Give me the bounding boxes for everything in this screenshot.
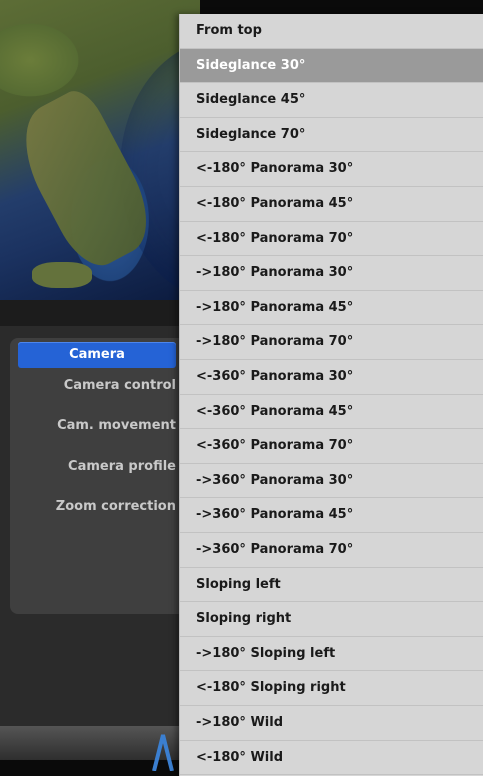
dropdown-option[interactable]: From top [180,14,483,49]
dropdown-option[interactable]: <-180° Panorama 70° [180,222,483,257]
dropdown-option[interactable]: <-360° Panorama 70° [180,429,483,464]
dropdown-option[interactable]: Sideglance 70° [180,118,483,153]
tab-camera[interactable]: Camera [18,342,176,368]
dropdown-option[interactable]: Sideglance 30° [180,48,483,84]
dropdown-option[interactable]: <-180° Panorama 45° [180,187,483,222]
dropdown-option[interactable]: ->180° Panorama 30° [180,256,483,291]
dropdown-option[interactable]: ->180° Panorama 45° [180,291,483,326]
sidebar-item-camera-profile[interactable]: Camera profile [6,459,176,474]
dropdown-option[interactable]: <-360° Panorama 45° [180,395,483,430]
dropdown-option[interactable]: ->180° Wild [180,706,483,741]
dropdown-option[interactable]: ->180° Panorama 70° [180,325,483,360]
dropdown-option[interactable]: Sloping left [180,568,483,603]
map-island [32,262,92,288]
dropdown-option[interactable]: <-180° Wild [180,741,483,776]
sidebar-item-zoom-correction[interactable]: Zoom correction [6,499,176,514]
dropdown-option[interactable]: ->360° Panorama 70° [180,533,483,568]
divider-strip [0,300,200,326]
dropdown-option[interactable]: ->360° Panorama 45° [180,498,483,533]
compass-logo-icon [152,734,174,771]
dropdown-option[interactable]: ->180° Sloping left [180,637,483,672]
dropdown-option[interactable]: <-360° Panorama 30° [180,360,483,395]
camera-view-dropdown[interactable]: From top Sideglance 30° Sideglance 45° Side… [179,14,483,776]
dropdown-option[interactable]: ->360° Panorama 30° [180,464,483,499]
dropdown-option[interactable]: Sideglance 45° [180,83,483,118]
dropdown-option[interactable]: <-180° Sloping right [180,671,483,706]
sidebar-item-cam-movement[interactable]: Cam. movement [6,418,176,433]
dropdown-option[interactable]: <-180° Panorama 30° [180,152,483,187]
dropdown-option[interactable]: Sloping right [180,602,483,637]
map-view[interactable] [0,0,200,300]
sidebar-item-camera-control[interactable]: Camera control [6,378,176,393]
